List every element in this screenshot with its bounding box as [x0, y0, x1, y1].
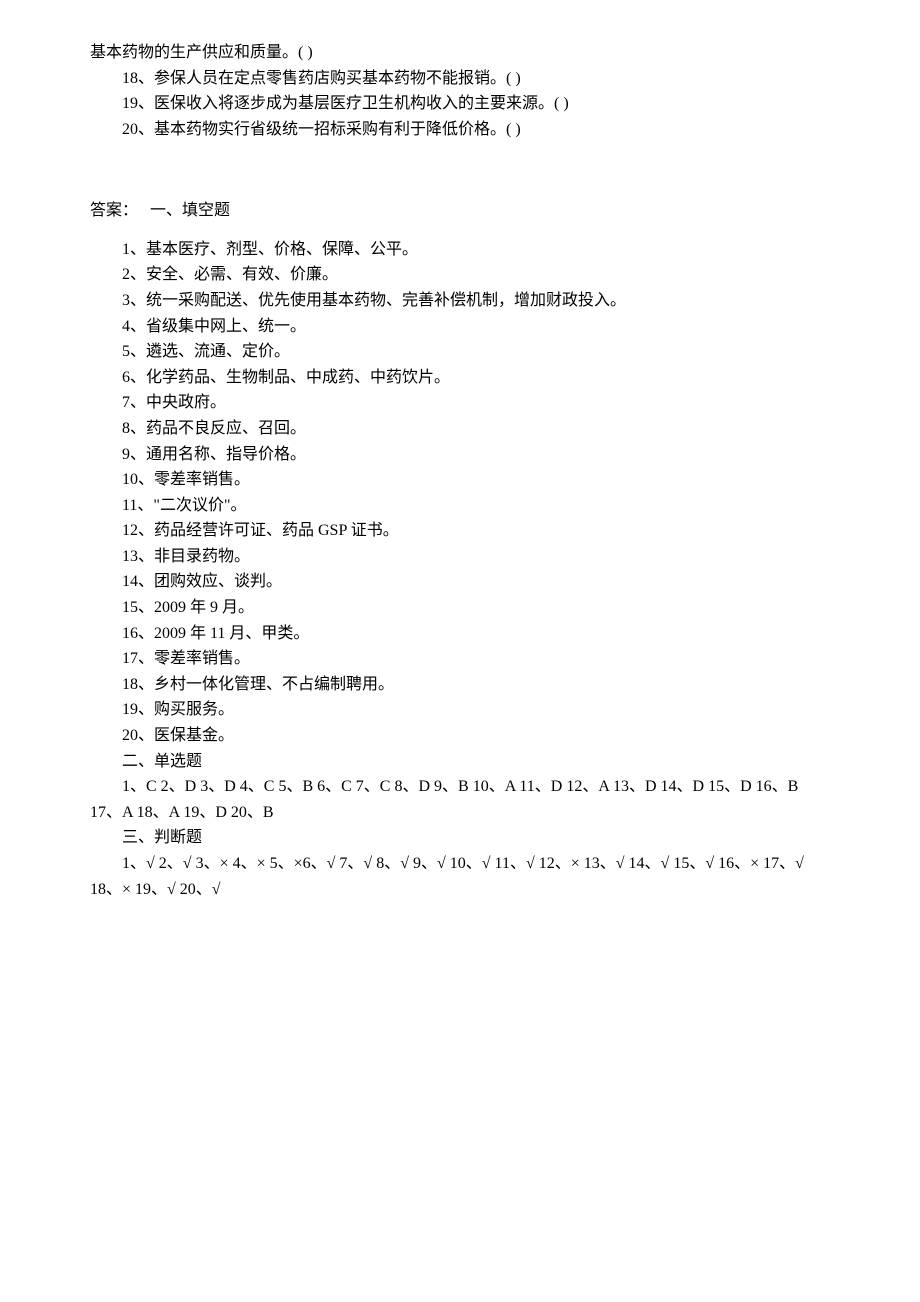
section-3-title: 三、判断题	[90, 825, 830, 851]
fill-answer-17: 17、零差率销售。	[90, 646, 830, 672]
fill-answer-8: 8、药品不良反应、召回。	[90, 416, 830, 442]
fill-answer-1: 1、基本医疗、剂型、价格、保障、公平。	[90, 237, 830, 263]
fill-answer-15: 15、2009 年 9 月。	[90, 595, 830, 621]
fill-answer-9: 9、通用名称、指导价格。	[90, 442, 830, 468]
question-19: 19、医保收入将逐步成为基层医疗卫生机构收入的主要来源。( )	[90, 91, 830, 117]
fill-blank-answers: 1、基本医疗、剂型、价格、保障、公平。 2、安全、必需、有效、价廉。 3、统一采…	[90, 237, 830, 749]
single-choice-answers-line2: 17、A 18、A 19、D 20、B	[90, 800, 830, 826]
fill-answer-3: 3、统一采购配送、优先使用基本药物、完善补偿机制，增加财政投入。	[90, 288, 830, 314]
fill-answer-4: 4、省级集中网上、统一。	[90, 314, 830, 340]
fill-answer-7: 7、中央政府。	[90, 390, 830, 416]
answers-label: 答案：	[90, 202, 138, 219]
question-20: 20、基本药物实行省级统一招标采购有利于降低价格。( )	[90, 117, 830, 143]
document-page: 基本药物的生产供应和质量。( ) 18、参保人员在定点零售药店购买基本药物不能报…	[0, 0, 920, 1302]
judge-answers-line2: 18、× 19、√ 20、√	[90, 877, 830, 903]
fill-answer-2: 2、安全、必需、有效、价廉。	[90, 262, 830, 288]
single-choice-answers-line1: 1、C 2、D 3、D 4、C 5、B 6、C 7、C 8、D 9、B 10、A…	[90, 774, 830, 800]
fill-answer-10: 10、零差率销售。	[90, 467, 830, 493]
judge-answers-line1: 1、√ 2、√ 3、× 4、× 5、×6、√ 7、√ 8、√ 9、√ 10、√ …	[90, 851, 830, 877]
fill-answer-20: 20、医保基金。	[90, 723, 830, 749]
fill-answer-11: 11、"二次议价"。	[90, 493, 830, 519]
section-2-title: 二、单选题	[90, 749, 830, 775]
fill-answer-13: 13、非目录药物。	[90, 544, 830, 570]
fill-answer-16: 16、2009 年 11 月、甲类。	[90, 621, 830, 647]
fill-answer-12: 12、药品经营许可证、药品 GSP 证书。	[90, 518, 830, 544]
question-18: 18、参保人员在定点零售药店购买基本药物不能报销。( )	[90, 66, 830, 92]
fill-answer-6: 6、化学药品、生物制品、中成药、中药饮片。	[90, 365, 830, 391]
fill-answer-5: 5、遴选、流通、定价。	[90, 339, 830, 365]
question-fragment: 基本药物的生产供应和质量。( )	[90, 40, 830, 66]
section-1-title: 一、填空题	[150, 202, 230, 219]
fill-answer-19: 19、购买服务。	[90, 697, 830, 723]
fill-answer-14: 14、团购效应、谈判。	[90, 569, 830, 595]
answers-heading: 答案： 一、填空题	[90, 198, 830, 224]
fill-answer-18: 18、乡村一体化管理、不占编制聘用。	[90, 672, 830, 698]
